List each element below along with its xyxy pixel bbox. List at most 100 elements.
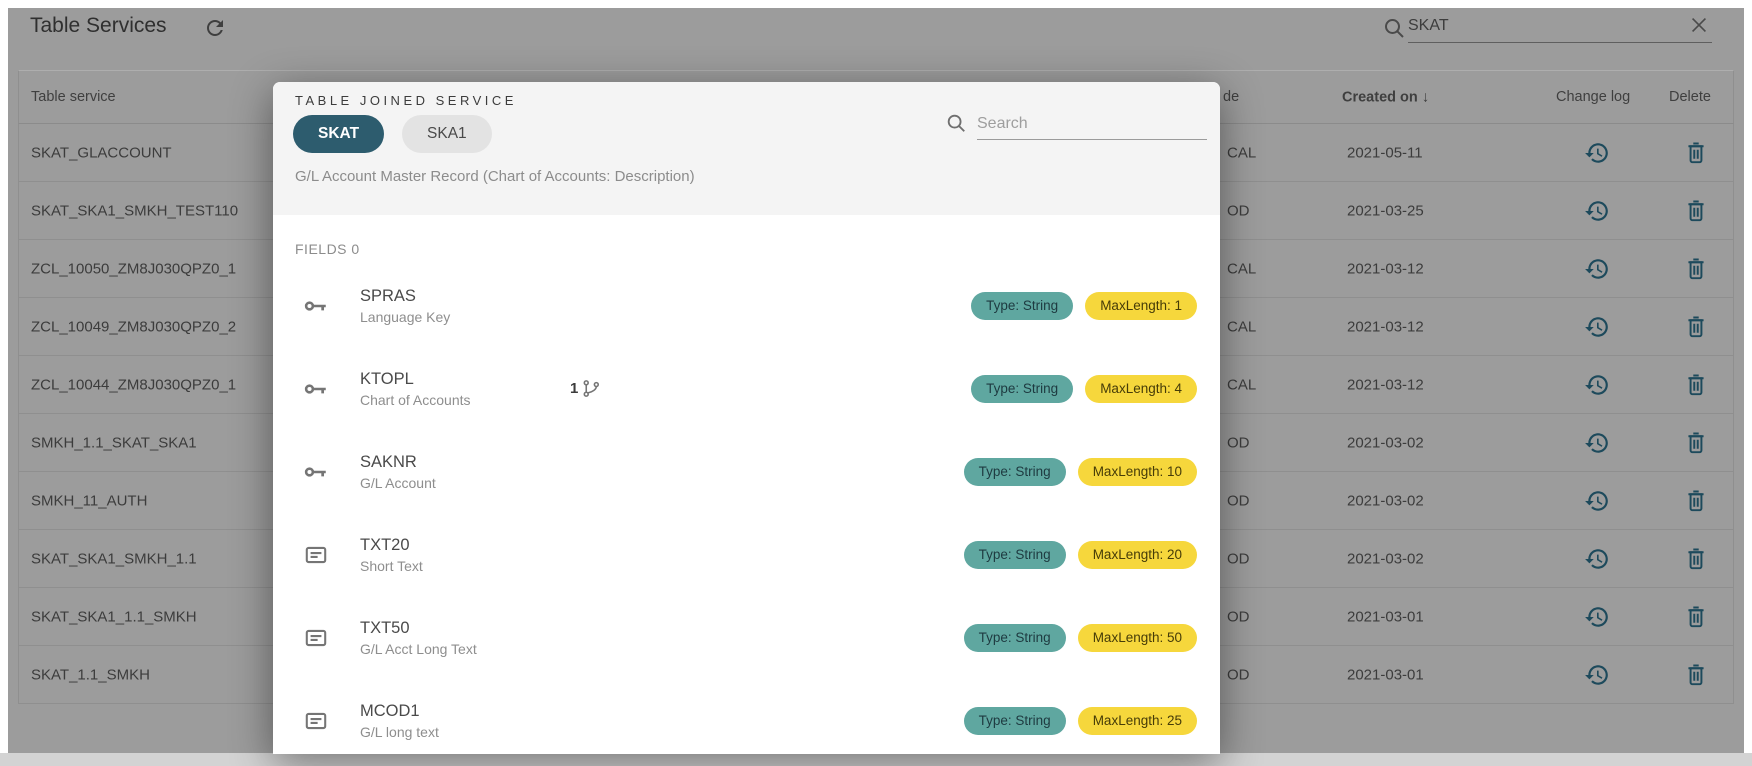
- git-fork-icon: [581, 378, 602, 399]
- created-date: 2021-05-11: [1347, 144, 1423, 161]
- trash-icon: [1683, 256, 1709, 282]
- field-description: G/L long text: [360, 724, 570, 740]
- trash-icon: [1683, 546, 1709, 572]
- field-row-ktopl[interactable]: KTOPL Chart of Accounts 1 Type: String M…: [273, 347, 1220, 430]
- delete-button[interactable]: [1683, 314, 1709, 340]
- mode-partial: CAL: [1227, 318, 1256, 335]
- delete-button[interactable]: [1683, 662, 1709, 688]
- service-name: SKAT_GLACCOUNT: [31, 144, 172, 161]
- history-icon: [1584, 662, 1610, 688]
- delete-button[interactable]: [1683, 488, 1709, 514]
- service-name: SKAT_SKA1_SMKH_1.1: [31, 550, 197, 567]
- mode-partial: OD: [1227, 434, 1250, 451]
- screen: Table Services Table service de Created …: [0, 0, 1752, 766]
- delete-button[interactable]: [1683, 256, 1709, 282]
- change-log-button[interactable]: [1584, 662, 1610, 688]
- change-log-button[interactable]: [1584, 140, 1610, 166]
- key-icon: [303, 376, 329, 402]
- created-date: 2021-03-01: [1347, 666, 1424, 683]
- field-name: SAKNR: [360, 453, 570, 472]
- type-badge: Type: String: [964, 707, 1066, 735]
- service-name: ZCL_10049_ZM8J030QPZ0_2: [31, 318, 236, 335]
- dialog-title: TABLE JOINED SERVICE: [295, 93, 517, 108]
- mode-partial: CAL: [1227, 144, 1256, 161]
- field-row-txt50[interactable]: TXT50 G/L Acct Long Text Type: String Ma…: [273, 596, 1220, 679]
- search-icon: [1382, 16, 1406, 40]
- type-badge: Type: String: [964, 541, 1066, 569]
- history-icon: [1584, 198, 1610, 224]
- trash-icon: [1683, 430, 1709, 456]
- trash-icon: [1683, 662, 1709, 688]
- service-name: ZCL_10044_ZM8J030QPZ0_1: [31, 376, 236, 393]
- field-description: G/L Account: [360, 475, 570, 491]
- col-header-mode-partial: de: [1223, 89, 1239, 105]
- delete-button[interactable]: [1683, 198, 1709, 224]
- delete-button[interactable]: [1683, 546, 1709, 572]
- sort-descending-icon: ↓: [1422, 89, 1430, 106]
- history-icon: [1584, 256, 1610, 282]
- key-icon: [303, 293, 329, 319]
- maxlength-badge: MaxLength: 1: [1085, 292, 1197, 320]
- type-badge: Type: String: [971, 375, 1073, 403]
- maxlength-badge: MaxLength: 25: [1078, 707, 1197, 735]
- page-bottom-strip: [0, 753, 1752, 766]
- mode-partial: CAL: [1227, 376, 1256, 393]
- service-name: SKAT_SKA1_SMKH_TEST110: [31, 202, 238, 219]
- trash-icon: [1683, 488, 1709, 514]
- change-log-button[interactable]: [1584, 488, 1610, 514]
- history-icon: [1584, 140, 1610, 166]
- delete-button[interactable]: [1683, 604, 1709, 630]
- field-row-spras[interactable]: SPRAS Language Key Type: String MaxLengt…: [273, 264, 1220, 347]
- dialog-header: TABLE JOINED SERVICE SKAT SKA1 G/L Accou…: [273, 82, 1220, 215]
- service-name: ZCL_10050_ZM8J030QPZ0_1: [31, 260, 236, 277]
- maxlength-badge: MaxLength: 20: [1078, 541, 1197, 569]
- change-log-button[interactable]: [1584, 256, 1610, 282]
- tab-skat[interactable]: SKAT: [293, 115, 384, 153]
- mode-partial: OD: [1227, 492, 1250, 509]
- delete-button[interactable]: [1683, 430, 1709, 456]
- change-log-button[interactable]: [1584, 604, 1610, 630]
- joined-table-tabs: SKAT SKA1: [293, 115, 492, 153]
- field-row-saknr[interactable]: SAKNR G/L Account Type: String MaxLength…: [273, 430, 1220, 513]
- field-name: TXT20: [360, 536, 570, 555]
- mode-partial: OD: [1227, 202, 1250, 219]
- mode-partial: OD: [1227, 666, 1250, 683]
- clear-search-icon[interactable]: [1688, 14, 1710, 36]
- created-date: 2021-03-12: [1347, 318, 1424, 335]
- join-count: 1: [570, 380, 578, 397]
- tab-ska1[interactable]: SKA1: [402, 115, 492, 153]
- change-log-button[interactable]: [1584, 372, 1610, 398]
- change-log-button[interactable]: [1584, 546, 1610, 572]
- field-name: SPRAS: [360, 287, 570, 306]
- refresh-button[interactable]: [203, 16, 229, 42]
- col-header-table-service: Table service: [31, 89, 116, 105]
- table-search: [1408, 12, 1712, 43]
- delete-button[interactable]: [1683, 140, 1709, 166]
- table-joined-service-dialog: TABLE JOINED SERVICE SKAT SKA1 G/L Accou…: [273, 82, 1220, 754]
- field-row-txt20[interactable]: TXT20 Short Text Type: String MaxLength:…: [273, 513, 1220, 596]
- key-icon: [303, 459, 329, 485]
- col-header-change-log: Change log: [1556, 89, 1630, 105]
- short-text-icon: [303, 708, 329, 734]
- field-row-mcod1[interactable]: MCOD1 G/L long text Type: String MaxLeng…: [273, 679, 1220, 754]
- delete-button[interactable]: [1683, 372, 1709, 398]
- created-date: 2021-03-02: [1347, 434, 1424, 451]
- type-badge: Type: String: [964, 624, 1066, 652]
- field-name: MCOD1: [360, 702, 570, 721]
- history-icon: [1584, 604, 1610, 630]
- search-icon: [945, 112, 967, 134]
- created-date: 2021-03-12: [1347, 376, 1424, 393]
- col-header-created-on[interactable]: Created on ↓: [1342, 89, 1429, 106]
- change-log-button[interactable]: [1584, 314, 1610, 340]
- mode-partial: OD: [1227, 608, 1250, 625]
- maxlength-badge: MaxLength: 10: [1078, 458, 1197, 486]
- trash-icon: [1683, 372, 1709, 398]
- fields-search-input[interactable]: [977, 108, 1207, 140]
- history-icon: [1584, 430, 1610, 456]
- history-icon: [1584, 372, 1610, 398]
- table-search-input[interactable]: [1408, 12, 1658, 40]
- change-log-button[interactable]: [1584, 430, 1610, 456]
- join-indicator: 1: [570, 378, 602, 399]
- change-log-button[interactable]: [1584, 198, 1610, 224]
- created-date: 2021-03-25: [1347, 202, 1424, 219]
